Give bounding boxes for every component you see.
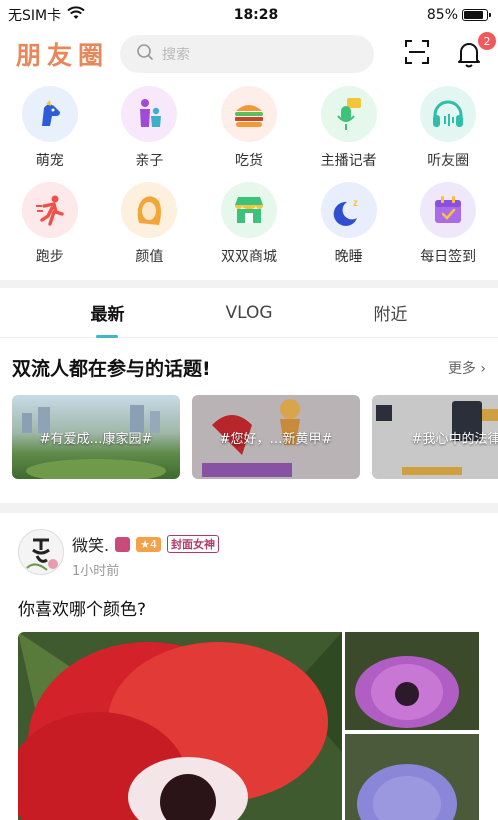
category-item[interactable]: 吃货 [199,86,299,170]
topics-carousel: #有爱成…康家园# #您好，…新黄甲# #我心中的法律 [0,395,498,479]
shop-icon [220,182,277,238]
topic-card[interactable]: #有爱成…康家园# [12,395,180,479]
level-value: 4 [149,537,157,551]
search-input[interactable]: 搜索 [120,35,374,73]
category-label: 颜值 [135,249,164,265]
category-item[interactable]: 萌宠 [0,86,100,170]
app-logo: 朋友圈 [16,41,110,70]
battery-icon [462,9,491,21]
avatar[interactable] [18,529,64,575]
category-item[interactable]: 亲子 [100,86,200,170]
category-item[interactable]: z 晚睡 [299,182,399,266]
svg-text:z: z [353,198,358,209]
level-badge: ★4 [136,536,161,552]
tab-nearby[interactable]: 附近 [373,288,407,338]
topic-card[interactable]: #我心中的法律 [372,395,498,479]
category-label: 听友圈 [427,153,470,169]
face-icon [121,182,178,238]
search-icon [136,43,154,65]
runner-icon [21,182,78,238]
section-divider [0,503,498,513]
username-row: 微笑. ★4 封面女神 [72,529,219,556]
chevron-right-icon: › [480,360,486,377]
moon-icon: z [320,182,377,238]
burger-icon [220,86,277,142]
category-label: 亲子 [135,153,164,169]
carrier-text: 无SIM卡 [8,8,62,24]
feed-tabs: 最新 VLOG 附近 [0,288,498,338]
post-time: 1小时前 [72,564,120,579]
more-label: 更多 [447,360,476,377]
notification-badge: 2 [478,32,496,50]
pet-icon [21,86,78,142]
bell-icon [456,43,482,72]
post-card[interactable]: 微笑. ★4 封面女神 1小时前 你喜欢哪个颜色? [0,513,498,820]
post-meta: 微笑. ★4 封面女神 1小时前 [72,529,219,579]
battery: 85% [426,7,491,23]
header-actions: 2 [404,32,496,69]
username[interactable]: 微笑. [72,532,109,556]
category-item[interactable]: 双双商城 [199,182,299,266]
category-item[interactable]: 每日签到 [398,182,498,266]
title-badge: 封面女神 [166,535,219,553]
category-label: 萌宠 [35,153,64,169]
category-item[interactable]: 颜值 [100,182,200,266]
parent-child-icon [121,86,178,142]
category-item[interactable]: 主播记者 [299,86,399,170]
tab-vlog[interactable]: VLOG [225,288,272,338]
category-label: 吃货 [234,153,263,169]
category-label: 主播记者 [320,153,377,169]
vip-icon [115,536,131,552]
status-left: 无SIM卡 [8,5,85,25]
topics-header: 双流人都在参与的话题! 更多 › [0,338,498,395]
notification-button[interactable]: 2 [456,32,496,68]
tab-latest[interactable]: 最新 [90,288,124,338]
post-text: 你喜欢哪个颜色? [18,600,147,620]
more-topics-link[interactable]: 更多 › [448,358,486,378]
topic-label: #有爱成…康家园# [39,431,153,447]
status-bar: 无SIM卡 18:28 85% [0,0,498,30]
calendar-check-icon [420,182,477,238]
post-header: 微笑. ★4 封面女神 1小时前 [18,529,480,579]
category-grid: 萌宠 亲子 吃货 主播记者 听友圈 跑步 颜值 双双商城 z 晚睡 每日签到 [0,78,498,266]
topics-title: 双流人都在参与的话题! [12,358,211,380]
category-item[interactable]: 跑步 [0,182,100,266]
post-photos [18,632,480,820]
category-item[interactable]: 听友圈 [398,86,498,170]
post-photo[interactable] [345,733,480,820]
topic-label: #我心中的法律 [411,431,498,447]
topic-card[interactable]: #您好，…新黄甲# [192,395,360,479]
header: 朋友圈 搜索 2 [0,30,498,78]
scan-icon[interactable] [404,39,430,69]
category-label: 跑步 [35,249,64,265]
status-time: 18:28 [233,7,279,23]
post-photo-column [345,632,480,820]
post-photo[interactable] [18,632,342,820]
post-photo[interactable] [345,632,480,731]
microphone-icon [320,86,377,142]
battery-percent: 85% [426,7,458,23]
headphones-icon [420,86,477,142]
category-label: 每日签到 [420,249,477,265]
search-placeholder: 搜索 [162,47,190,63]
category-label: 晚睡 [334,249,363,265]
topic-label: #您好，…新黄甲# [219,431,333,447]
category-label: 双双商城 [220,249,277,265]
wifi-icon [67,6,85,24]
